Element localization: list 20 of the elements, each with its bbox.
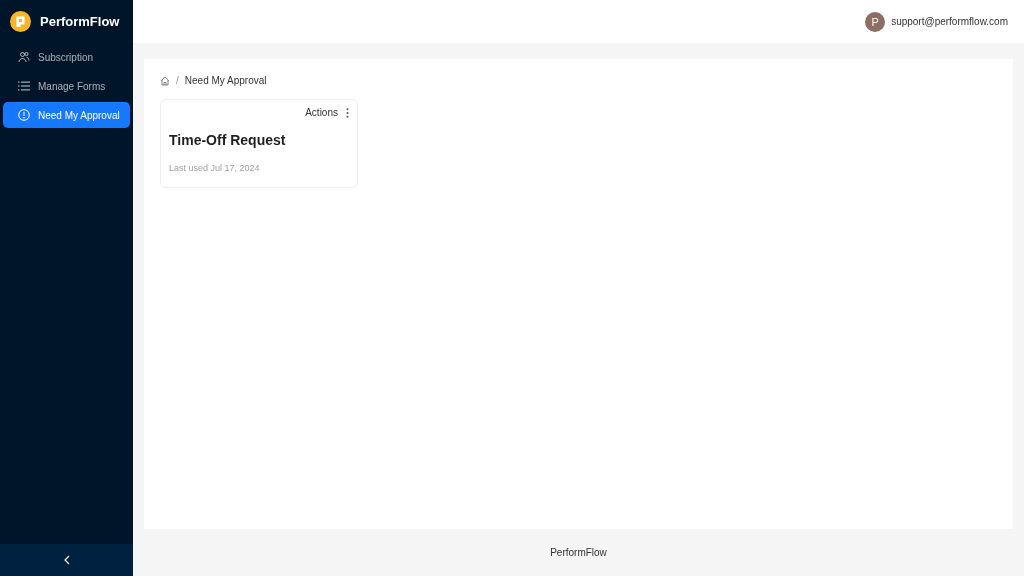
list-icon (18, 81, 30, 91)
users-icon (18, 51, 30, 63)
nav-item[interactable]: Subscription (3, 44, 130, 70)
last-used-date: Last used Jul 17, 2024 (169, 163, 261, 173)
logo-icon (10, 11, 31, 32)
breadcrumb-item: Need My Approval (184, 75, 267, 86)
actions-menu[interactable]: Actions (305, 107, 349, 118)
nav-item[interactable]: Need My Approval (3, 102, 130, 128)
user-email[interactable]: support@performflow.com (891, 16, 1008, 27)
more-icon (346, 107, 349, 118)
footer-text: PerformFlow (549, 546, 608, 560)
form-card[interactable]: Actions Time-Off Request Last used Jul 17, 2024 (160, 99, 358, 188)
brand-name: PerformFlow (40, 14, 120, 29)
breadcrumb-separator: / (176, 75, 179, 86)
card-title[interactable]: Time-Off Request (169, 132, 349, 148)
info-icon (18, 109, 30, 121)
chevron-left-icon[interactable] (63, 555, 70, 565)
home-icon[interactable] (160, 75, 170, 86)
user-avatar[interactable]: P (865, 11, 886, 32)
nav-item[interactable]: Manage Forms (3, 73, 130, 99)
